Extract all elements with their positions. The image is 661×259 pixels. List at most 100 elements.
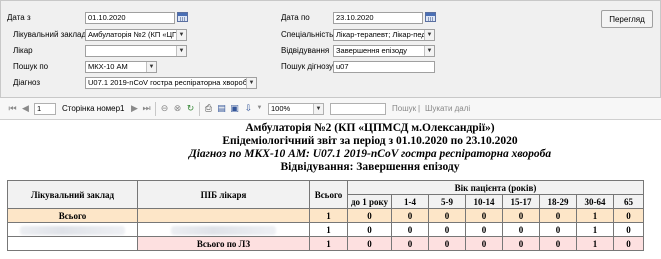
specialty-select[interactable]: Лікар-терапевт; Лікар-педі ▼ bbox=[333, 29, 435, 41]
cell-value: 1 bbox=[576, 222, 614, 237]
redacted-text bbox=[20, 225, 125, 235]
prev-page-icon[interactable]: ◀ bbox=[20, 103, 31, 114]
toolbar-divider bbox=[199, 102, 200, 116]
calendar-icon[interactable] bbox=[177, 12, 188, 22]
search-by-select[interactable]: МКХ-10 АМ ▼ bbox=[85, 61, 157, 73]
print-icon[interactable]: ⎙ bbox=[203, 103, 214, 114]
col-age: 18-29 bbox=[539, 194, 577, 209]
find-next-button[interactable]: Шукати далі bbox=[425, 103, 470, 115]
stop-icon[interactable]: ⊗ bbox=[172, 103, 183, 114]
page-of-label: 1 bbox=[120, 104, 125, 113]
table-row: Всього по ЛЗ 1 0 0 0 0 0 0 1 0 bbox=[7, 236, 644, 251]
cell-value: 0 bbox=[347, 236, 392, 251]
cell-facility: Всього bbox=[7, 208, 138, 223]
chevron-down-icon: ▼ bbox=[424, 46, 434, 56]
table-row: Всього 1 0 0 0 0 0 0 1 0 bbox=[7, 208, 644, 223]
facility-select-value: Амбулаторія №2 (КП «ЦПМ bbox=[88, 30, 184, 39]
col-total: Всього bbox=[309, 180, 348, 209]
chevron-down-icon[interactable]: ▼ bbox=[254, 103, 265, 114]
cell-value: 0 bbox=[502, 208, 540, 223]
chevron-down-icon: ▼ bbox=[424, 30, 434, 40]
department-label: Відвідування bbox=[281, 46, 330, 55]
filter-panel: Дата з 01.10.2020 Лікувальний заклад Амб… bbox=[0, 0, 661, 98]
cell-value: 0 bbox=[391, 208, 429, 223]
cell-total: 1 bbox=[309, 236, 348, 251]
redacted-text bbox=[171, 225, 276, 235]
cell-total: 1 bbox=[309, 222, 348, 237]
diagnosis-label: Діагноз bbox=[13, 78, 41, 87]
cell-value: 0 bbox=[502, 222, 540, 237]
date-to-label: Дата по bbox=[281, 13, 310, 22]
last-page-icon[interactable]: ⏭ bbox=[141, 103, 152, 114]
cell-facility bbox=[7, 222, 138, 237]
col-age: 15-17 bbox=[502, 194, 540, 209]
col-age: 1-4 bbox=[391, 194, 429, 209]
chevron-down-icon: ▼ bbox=[176, 30, 186, 40]
col-age: 65 bbox=[613, 194, 644, 209]
next-page-icon[interactable]: ▶ bbox=[129, 103, 140, 114]
report-search-input[interactable] bbox=[330, 103, 386, 115]
back-icon[interactable]: ⊖ bbox=[159, 103, 170, 114]
date-from-label: Дата з bbox=[7, 13, 31, 22]
cell-value: 0 bbox=[428, 222, 466, 237]
col-age-group: Вік пацієнта (років) bbox=[347, 180, 644, 195]
chevron-down-icon: ▼ bbox=[313, 104, 323, 114]
cell-value: 0 bbox=[502, 236, 540, 251]
report-subtitle: Епідеміологічний звіт за період з 01.10.… bbox=[222, 135, 518, 147]
cell-value: 0 bbox=[539, 236, 577, 251]
chevron-down-icon: ▼ bbox=[246, 78, 256, 88]
first-page-icon[interactable]: ⏮ bbox=[7, 103, 18, 114]
table-row: 1 0 0 0 0 0 0 1 0 bbox=[7, 222, 644, 237]
facility-select[interactable]: Амбулаторія №2 (КП «ЦПМ ▼ bbox=[85, 29, 187, 41]
cell-value: 0 bbox=[347, 208, 392, 223]
col-age: 30-64 bbox=[576, 194, 614, 209]
diag-search-input[interactable]: u07 bbox=[333, 61, 435, 73]
zoom-select[interactable]: 100% ▼ bbox=[268, 103, 324, 115]
cell-value: 0 bbox=[391, 222, 429, 237]
print-layout-icon[interactable]: ▤ bbox=[216, 103, 227, 114]
report-diagnosis: Діагноз по МКХ-10 АМ: U07.1 2019-nCoV го… bbox=[188, 148, 552, 160]
export-icon[interactable]: ⇩ bbox=[243, 103, 254, 114]
specialty-select-value: Лікар-терапевт; Лікар-педі bbox=[336, 30, 428, 39]
page-number-input[interactable]: 1 bbox=[34, 103, 56, 115]
department-select[interactable]: Завершення епізоду ▼ bbox=[333, 45, 435, 57]
diagnosis-select-value: U07.1 2019-nCoV гостра респіраторна хвор… bbox=[88, 78, 252, 87]
report-toolbar: ⏮ ◀ 1 Сторінка номер 1 ▶ ⏭ ⊖ ⊗ ↻ ⎙ ▤ ▣ ⇩… bbox=[0, 98, 661, 120]
chevron-down-icon: ▼ bbox=[146, 62, 156, 72]
report-visit-type: Відвідування: Завершення епізоду bbox=[280, 161, 460, 173]
cell-value: 1 bbox=[576, 208, 614, 223]
page-setup-icon[interactable]: ▣ bbox=[229, 103, 240, 114]
toolbar-divider bbox=[155, 102, 156, 116]
cell-value: 0 bbox=[613, 222, 644, 237]
report-title: Амбулаторія №2 (КП «ЦПМСД м.Олександрії»… bbox=[245, 122, 495, 134]
cell-value: 0 bbox=[465, 222, 503, 237]
cell-doctor bbox=[137, 222, 310, 237]
col-age: 5-9 bbox=[428, 194, 466, 209]
col-age: до 1 року bbox=[347, 194, 392, 209]
refresh-icon[interactable]: ↻ bbox=[185, 103, 196, 114]
col-facility: Лікувальний заклад bbox=[7, 180, 138, 209]
cell-total: 1 bbox=[309, 208, 348, 223]
find-button[interactable]: Пошук bbox=[392, 103, 416, 115]
search-by-select-value: МКХ-10 АМ bbox=[88, 62, 128, 71]
zoom-value: 100% bbox=[271, 104, 291, 113]
doctor-select[interactable]: ▼ bbox=[85, 45, 187, 57]
doctor-label: Лікар bbox=[13, 46, 33, 55]
col-age: 10-14 bbox=[465, 194, 503, 209]
diagnosis-select[interactable]: U07.1 2019-nCoV гостра респіраторна хвор… bbox=[85, 77, 257, 89]
chevron-down-icon: ▼ bbox=[176, 46, 186, 56]
cell-value: 0 bbox=[539, 222, 577, 237]
search-by-label: Пошук по bbox=[13, 62, 49, 71]
page-label: Сторінка номер bbox=[62, 104, 121, 113]
cell-value: 0 bbox=[428, 208, 466, 223]
toolbar-text-separator: | bbox=[418, 104, 421, 113]
epidemiology-table: Лікувальний заклад ПІБ лікаря Всього Вік… bbox=[7, 180, 644, 251]
view-button[interactable]: Перегляд bbox=[601, 10, 653, 28]
date-to-input[interactable]: 23.10.2020 bbox=[333, 12, 423, 24]
cell-value: 0 bbox=[391, 236, 429, 251]
cell-value: 0 bbox=[613, 236, 644, 251]
date-from-input[interactable]: 01.10.2020 bbox=[85, 12, 175, 24]
diag-search-label: Пошук дігнозу bbox=[281, 62, 334, 71]
calendar-icon[interactable] bbox=[425, 12, 436, 22]
cell-facility bbox=[7, 236, 138, 251]
